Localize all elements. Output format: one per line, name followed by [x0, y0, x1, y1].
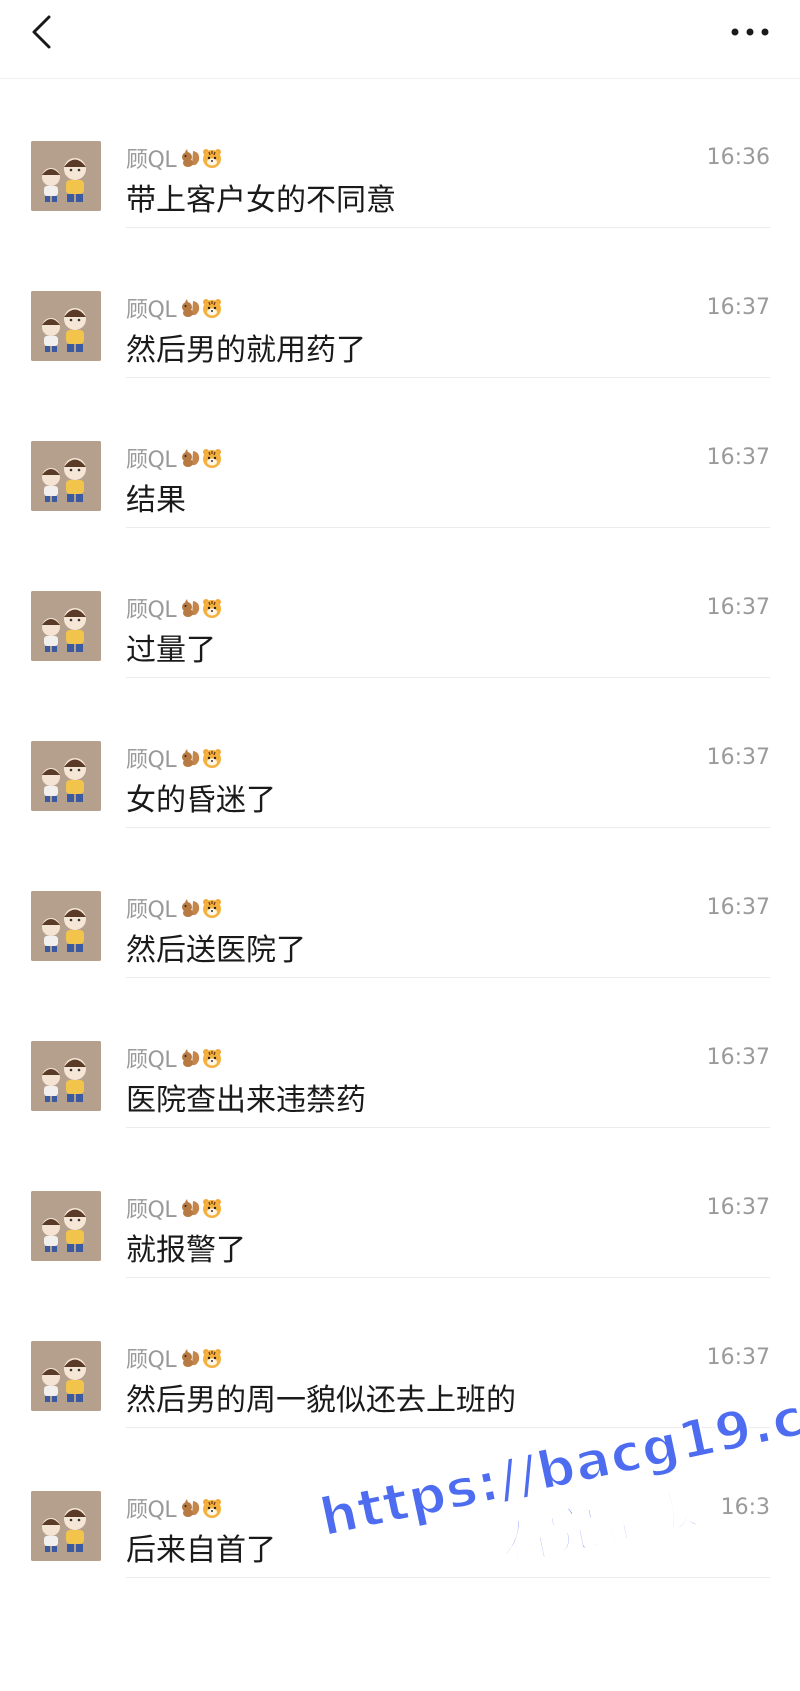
avatar[interactable] [31, 1341, 101, 1411]
tiger-icon [203, 149, 222, 168]
message-item[interactable]: 顾QL 16:37 结果 [0, 378, 800, 528]
message-text: 女的昏迷了 [126, 783, 276, 818]
tiger-icon [203, 449, 222, 468]
sender-emojis [179, 297, 223, 319]
sender-name: 顾QL [126, 1498, 177, 1523]
message-text: 就报警了 [126, 1233, 246, 1268]
message-item[interactable]: 顾QL 16:37 然后送医院了 [0, 828, 800, 978]
sender-row: 顾QL [126, 744, 223, 773]
avatar[interactable] [31, 1191, 101, 1261]
avatar[interactable] [31, 1491, 101, 1561]
sender-emojis [179, 1047, 223, 1069]
sender-name: 顾QL [126, 598, 177, 623]
message-time: 16:37 [706, 295, 770, 320]
tiger-icon [203, 299, 222, 318]
message-time: 16:3 [720, 1495, 770, 1520]
message-time: 16:37 [706, 595, 770, 620]
message-item[interactable]: 顾QL 16:37 然后男的周一貌似还去上班的 [0, 1278, 800, 1428]
avatar[interactable] [31, 891, 101, 961]
sender-emojis [179, 897, 223, 919]
tiger-icon [203, 899, 222, 918]
message-text: 过量了 [126, 633, 216, 668]
squirrel-icon [182, 599, 200, 617]
message-time: 16:37 [706, 1195, 770, 1220]
sender-name: 顾QL [126, 748, 177, 773]
tiger-icon [203, 1199, 222, 1218]
message-text: 带上客户女的不同意 [126, 183, 396, 218]
sender-emojis [179, 147, 223, 169]
sender-emojis [179, 1497, 223, 1519]
message-text: 医院查出来违禁药 [126, 1083, 366, 1118]
sender-row: 顾QL [126, 894, 223, 923]
message-text: 然后男的就用药了 [126, 333, 366, 368]
top-bar [0, 0, 800, 79]
avatar[interactable] [31, 441, 101, 511]
sender-name: 顾QL [126, 1048, 177, 1073]
message-item[interactable]: 顾QL 16:37 然后男的就用药了 [0, 228, 800, 378]
message-item[interactable]: 顾QL 16:3 后来自首了 [0, 1428, 800, 1578]
tiger-icon [203, 1349, 222, 1368]
message-item[interactable]: 顾QL 16:37 女的昏迷了 [0, 678, 800, 828]
sender-emojis [179, 597, 223, 619]
tiger-icon [203, 1049, 222, 1068]
avatar[interactable] [31, 291, 101, 361]
squirrel-icon [182, 749, 200, 767]
sender-name: 顾QL [126, 448, 177, 473]
sender-row: 顾QL [126, 1044, 223, 1073]
message-time: 16:37 [706, 445, 770, 470]
back-button[interactable] [22, 12, 62, 52]
message-item[interactable]: 顾QL 16:37 过量了 [0, 528, 800, 678]
sender-row: 顾QL [126, 444, 223, 473]
sender-row: 顾QL [126, 1344, 223, 1373]
squirrel-icon [182, 299, 200, 317]
more-button[interactable] [722, 12, 778, 52]
sender-row: 顾QL [126, 1494, 223, 1523]
squirrel-icon [182, 1349, 200, 1367]
message-text: 然后送医院了 [126, 933, 306, 968]
message-time: 16:37 [706, 745, 770, 770]
sender-name: 顾QL [126, 898, 177, 923]
sender-row: 顾QL [126, 294, 223, 323]
message-time: 16:37 [706, 1345, 770, 1370]
tiger-icon [203, 749, 222, 768]
avatar[interactable] [31, 591, 101, 661]
sender-name: 顾QL [126, 148, 177, 173]
squirrel-icon [182, 899, 200, 917]
sender-row: 顾QL [126, 144, 223, 173]
avatar[interactable] [31, 1041, 101, 1111]
tiger-icon [203, 1499, 222, 1518]
message-text: 然后男的周一貌似还去上班的 [126, 1383, 516, 1418]
chevron-left-icon [32, 15, 51, 49]
sender-row: 顾QL [126, 1194, 223, 1223]
message-text: 结果 [126, 483, 186, 518]
squirrel-icon [182, 449, 200, 467]
avatar[interactable] [31, 141, 101, 211]
sender-emojis [179, 1347, 223, 1369]
sender-emojis [179, 447, 223, 469]
message-item[interactable]: 顾QL 16:36 带上客户女的不同意 [0, 78, 800, 228]
sender-name: 顾QL [126, 298, 177, 323]
message-time: 16:37 [706, 895, 770, 920]
message-text: 后来自首了 [126, 1533, 276, 1568]
message-time: 16:36 [706, 145, 770, 170]
squirrel-icon [182, 1199, 200, 1217]
message-list: 顾QL 16:36 带上客户女的不同意 顾QL 16:37 然后男的就用药了 顾… [0, 78, 800, 1578]
message-time: 16:37 [706, 1045, 770, 1070]
squirrel-icon [182, 1049, 200, 1067]
sender-emojis [179, 747, 223, 769]
sender-emojis [179, 1197, 223, 1219]
sender-name: 顾QL [126, 1348, 177, 1373]
more-dots-icon [731, 28, 769, 36]
sender-name: 顾QL [126, 1198, 177, 1223]
squirrel-icon [182, 1499, 200, 1517]
message-item[interactable]: 顾QL 16:37 医院查出来违禁药 [0, 978, 800, 1128]
message-item[interactable]: 顾QL 16:37 就报警了 [0, 1128, 800, 1278]
avatar[interactable] [31, 741, 101, 811]
tiger-icon [203, 599, 222, 618]
squirrel-icon [182, 149, 200, 167]
sender-row: 顾QL [126, 594, 223, 623]
divider [126, 1577, 770, 1578]
